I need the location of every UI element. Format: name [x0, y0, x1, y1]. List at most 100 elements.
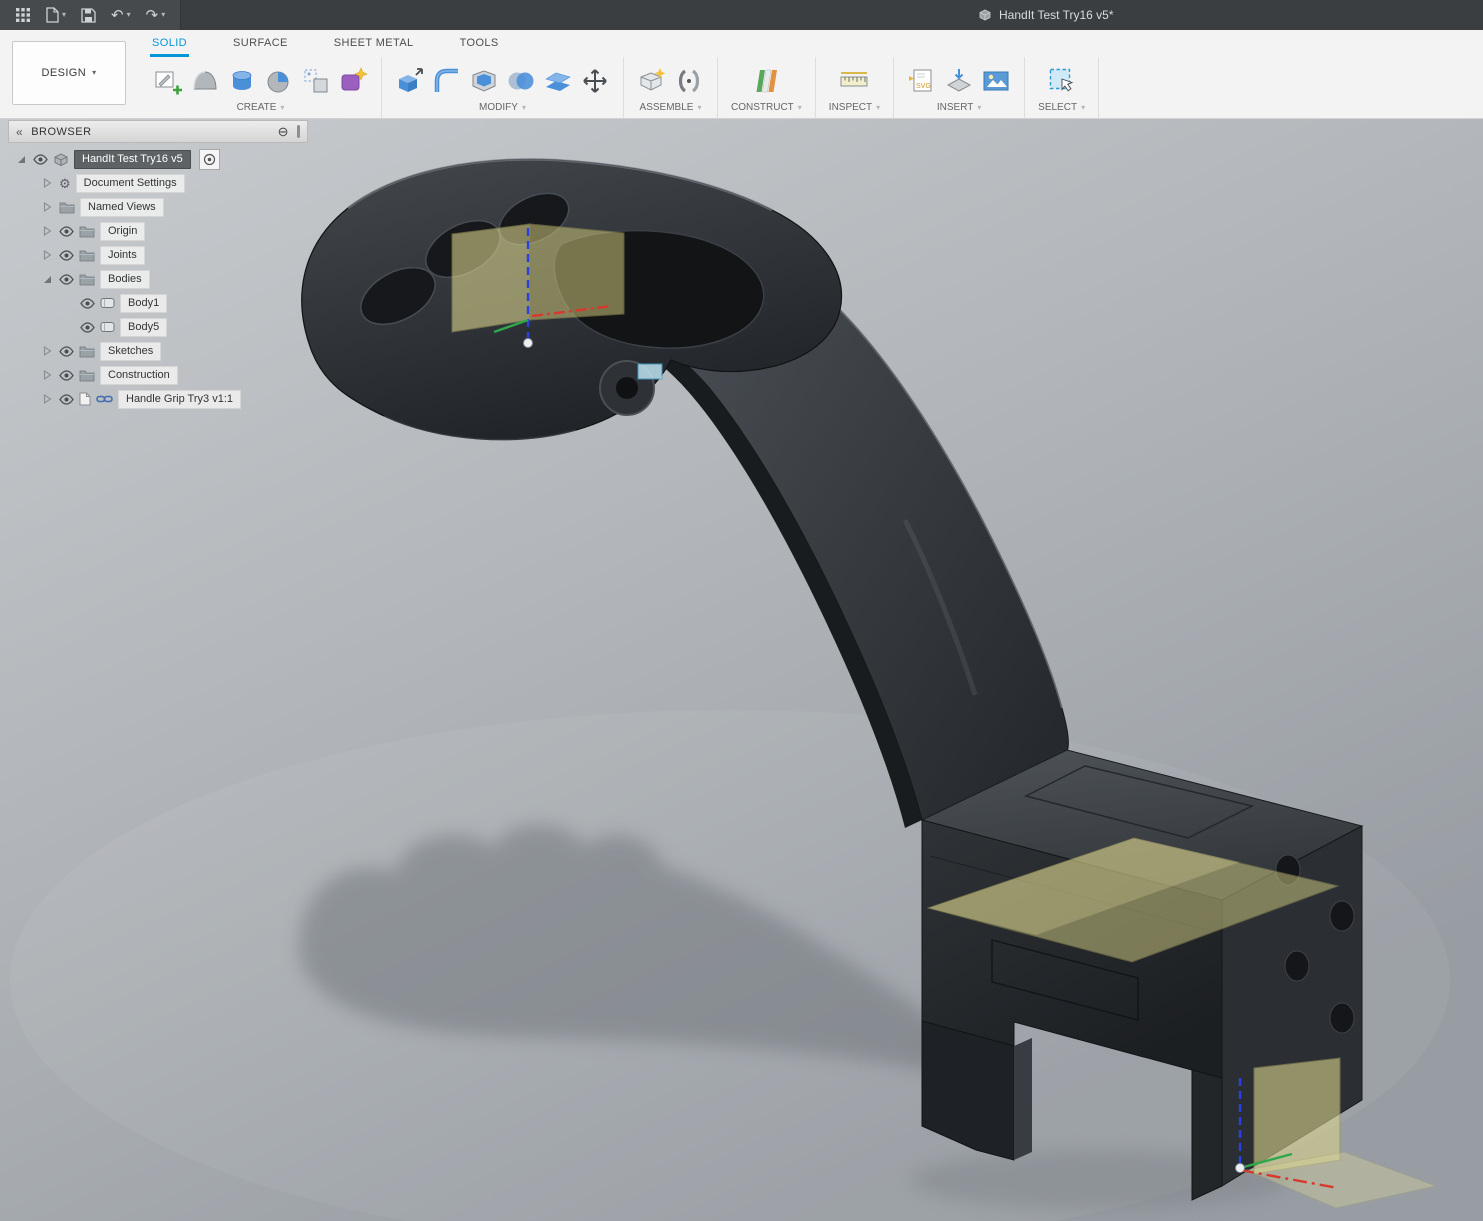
- visibility-eye-icon[interactable]: [59, 249, 74, 261]
- insert-dropdown[interactable]: INSERT ▾: [937, 102, 982, 113]
- visibility-eye-icon[interactable]: [59, 273, 74, 285]
- create-sketch-icon[interactable]: [153, 66, 183, 96]
- joint-marker[interactable]: [637, 363, 663, 380]
- select-icon[interactable]: [1047, 66, 1077, 96]
- expand-arrow-icon[interactable]: [40, 272, 54, 286]
- tab-sheet-metal[interactable]: SHEET METAL: [332, 37, 416, 57]
- insert-svg-icon[interactable]: SVG: [907, 66, 937, 96]
- visibility-eye-icon[interactable]: [59, 345, 74, 357]
- caret-down-icon: ▾: [126, 10, 131, 19]
- group-insert: SVG INSERT ▾: [894, 57, 1026, 118]
- browser-item-label: Joints: [100, 245, 145, 265]
- group-construct: CONSTRUCT ▾: [718, 57, 816, 118]
- group-create: CREATE ▾: [140, 57, 382, 118]
- move-icon[interactable]: [580, 66, 610, 96]
- file-menu-icon[interactable]: ▾: [43, 5, 69, 25]
- offset-face-icon[interactable]: [543, 66, 573, 96]
- redo-icon[interactable]: ↷ ▾: [143, 6, 169, 25]
- visibility-eye-icon[interactable]: [59, 225, 74, 237]
- workspace-switcher-button[interactable]: DESIGN ▾: [12, 41, 126, 105]
- joint-icon[interactable]: [674, 66, 704, 96]
- revolve-icon[interactable]: [264, 66, 294, 96]
- derive-icon[interactable]: [338, 66, 368, 96]
- visibility-eye-icon[interactable]: [59, 369, 74, 381]
- expand-arrow-icon[interactable]: [40, 344, 54, 358]
- decal-icon[interactable]: [944, 66, 974, 96]
- browser-title: BROWSER: [31, 125, 92, 138]
- assemble-dropdown[interactable]: ASSEMBLE ▾: [640, 102, 702, 113]
- expand-arrow-icon[interactable]: [40, 176, 54, 190]
- expand-arrow-icon[interactable]: [40, 224, 54, 238]
- visibility-eye-icon[interactable]: [80, 321, 95, 333]
- browser-item-joints[interactable]: Joints: [8, 243, 308, 267]
- browser-scrollbar[interactable]: [297, 125, 300, 138]
- press-pull-icon[interactable]: [395, 66, 425, 96]
- extrude-icon[interactable]: [227, 66, 257, 96]
- browser-item-named-views[interactable]: Named Views: [8, 195, 308, 219]
- ribbon-groups: CREATE ▾ MODIFY ▾ ASSEMBLE ▾ CONSTRUCT ▾…: [140, 57, 1483, 118]
- visibility-eye-icon[interactable]: [33, 153, 48, 165]
- caret-down-icon: ▾: [62, 10, 67, 19]
- browser-item-label: Document Settings: [75, 173, 185, 193]
- group-inspect: INSPECT ▾: [816, 57, 895, 118]
- group-modify: MODIFY ▾: [382, 57, 624, 118]
- browser-item-label: HandIt Test Try16 v5: [74, 149, 191, 169]
- browser-item-label: Construction: [100, 365, 178, 385]
- expand-arrow-icon[interactable]: [14, 152, 28, 166]
- caret-down-icon: ▾: [697, 102, 702, 112]
- expand-arrow-icon[interactable]: [40, 392, 54, 406]
- browser-item-root[interactable]: HandIt Test Try16 v5: [8, 147, 308, 171]
- browser-item-label: Bodies: [100, 269, 150, 289]
- expand-arrow-icon[interactable]: [40, 248, 54, 262]
- caret-down-icon: ▾: [977, 102, 982, 112]
- document-icon: [79, 392, 91, 406]
- tab-tools[interactable]: TOOLS: [458, 37, 501, 57]
- link-icon: [96, 394, 113, 404]
- select-dropdown[interactable]: SELECT ▾: [1038, 102, 1085, 113]
- undo-icon[interactable]: ↶ ▾: [108, 6, 134, 25]
- browser-item-bodies[interactable]: Bodies: [8, 267, 308, 291]
- modify-dropdown[interactable]: MODIFY ▾: [479, 102, 526, 113]
- browser-item-origin[interactable]: Origin: [8, 219, 308, 243]
- minus-circle-icon[interactable]: ⊖: [278, 125, 289, 138]
- create-form-icon[interactable]: [190, 66, 220, 96]
- combine-icon[interactable]: [506, 66, 536, 96]
- inspect-dropdown[interactable]: INSPECT ▾: [829, 102, 880, 113]
- measure-icon[interactable]: [839, 66, 869, 96]
- folder-icon: [79, 225, 95, 238]
- visibility-eye-icon[interactable]: [59, 393, 74, 405]
- browser-item-label: Named Views: [80, 197, 164, 217]
- save-icon[interactable]: [78, 6, 99, 25]
- caret-down-icon: ▾: [521, 102, 526, 112]
- activate-component-radio[interactable]: [198, 148, 220, 170]
- expand-arrow-icon[interactable]: [40, 368, 54, 382]
- browser-item-body5[interactable]: Body5: [8, 315, 308, 339]
- browser-item-body1[interactable]: Body1: [8, 291, 308, 315]
- caret-down-icon: ▾: [161, 10, 166, 19]
- app-titlebar: ▾ ↶ ▾ ↷ ▾ HandIt Test Try16 v5*: [0, 0, 1483, 30]
- visibility-eye-icon[interactable]: [80, 297, 95, 309]
- collapse-panel-icon[interactable]: «: [16, 126, 23, 138]
- construction-plane-icon[interactable]: [751, 66, 781, 96]
- browser-item-sketches[interactable]: Sketches: [8, 339, 308, 363]
- construct-dropdown[interactable]: CONSTRUCT ▾: [731, 102, 802, 113]
- pattern-icon[interactable]: [301, 66, 331, 96]
- expand-arrow-icon[interactable]: [40, 200, 54, 214]
- tab-surface[interactable]: SURFACE: [231, 37, 290, 57]
- new-component-icon[interactable]: [637, 66, 667, 96]
- group-assemble: ASSEMBLE ▾: [624, 57, 718, 118]
- canvas-icon[interactable]: [981, 66, 1011, 96]
- browser-item-handle-grip[interactable]: Handle Grip Try3 v1:1: [8, 387, 308, 411]
- fillet-icon[interactable]: [432, 66, 462, 96]
- document-tab[interactable]: HandIt Test Try16 v5*: [978, 0, 1114, 30]
- browser-item-document-settings[interactable]: ⚙ Document Settings: [8, 171, 308, 195]
- app-grid-icon[interactable]: [12, 5, 34, 25]
- browser-item-label: Origin: [100, 221, 146, 241]
- tab-solid[interactable]: SOLID: [150, 37, 190, 57]
- shell-icon[interactable]: [469, 66, 499, 96]
- browser-item-construction[interactable]: Construction: [8, 363, 308, 387]
- gear-icon: ⚙: [59, 175, 71, 191]
- caret-down-icon: ▾: [1081, 102, 1086, 112]
- create-dropdown[interactable]: CREATE ▾: [237, 102, 285, 113]
- ribbon-main: SOLID SURFACE SHEET METAL TOOLS CREATE▾: [140, 30, 1483, 118]
